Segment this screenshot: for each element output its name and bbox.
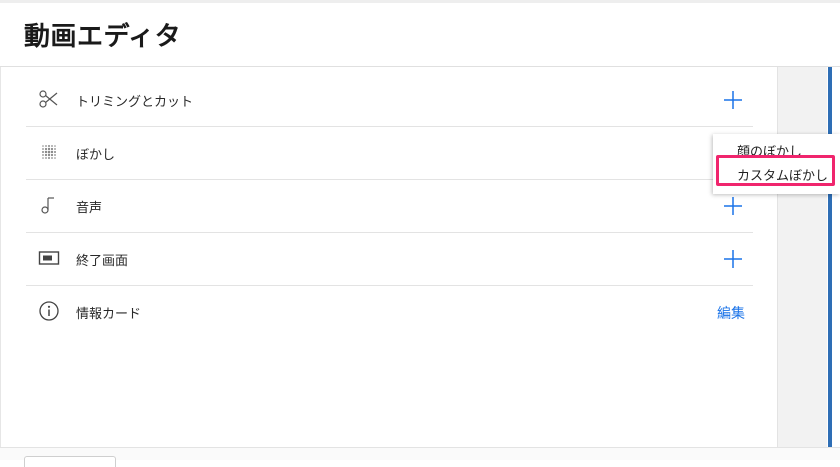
scrollbar-track	[827, 67, 840, 447]
add-trim-button[interactable]	[723, 90, 743, 110]
plus-icon	[724, 250, 742, 268]
plus-icon	[724, 197, 742, 215]
preview-panel	[778, 67, 827, 447]
menu-item-face-blur[interactable]: 顔のぼかし	[737, 141, 802, 160]
scrollbar-thumb[interactable]	[828, 67, 832, 447]
edit-info-cards-button[interactable]: 編集	[717, 303, 745, 323]
tool-row-info-cards: 情報カード 編集	[26, 286, 753, 338]
add-audio-button[interactable]	[723, 196, 743, 216]
tool-row-trim: トリミングとカット	[26, 74, 753, 127]
tool-row-end-screen: 終了画面	[26, 233, 753, 286]
left-border	[0, 67, 1, 447]
footer-button[interactable]	[24, 456, 116, 467]
blur-icon	[38, 141, 60, 163]
editor-tools-list: トリミングとカット ぼかし 音声 終了画面 情報カード 編集	[26, 74, 753, 338]
plus-icon	[724, 91, 742, 109]
end-screen-icon	[38, 247, 60, 269]
scissors-icon	[38, 88, 60, 110]
tool-label-trim: トリミングとカット	[76, 95, 194, 110]
tool-label-end-screen: 終了画面	[76, 254, 129, 269]
footer-bar	[0, 447, 840, 467]
tool-label-info-cards: 情報カード	[76, 307, 142, 322]
tool-row-blur: ぼかし	[26, 127, 753, 180]
page-title: 動画エディタ	[24, 22, 182, 52]
editor-header: 動画エディタ	[0, 3, 840, 67]
info-icon	[38, 300, 60, 322]
tool-label-blur: ぼかし	[76, 148, 116, 163]
tool-row-audio: 音声	[26, 180, 753, 233]
add-end-screen-button[interactable]	[723, 249, 743, 269]
music-note-icon	[38, 194, 60, 216]
blur-dropdown-menu: 顔のぼかし カスタムぼかし	[713, 134, 840, 194]
menu-item-custom-blur[interactable]: カスタムぼかし	[737, 165, 828, 184]
tool-label-audio: 音声	[76, 201, 103, 216]
